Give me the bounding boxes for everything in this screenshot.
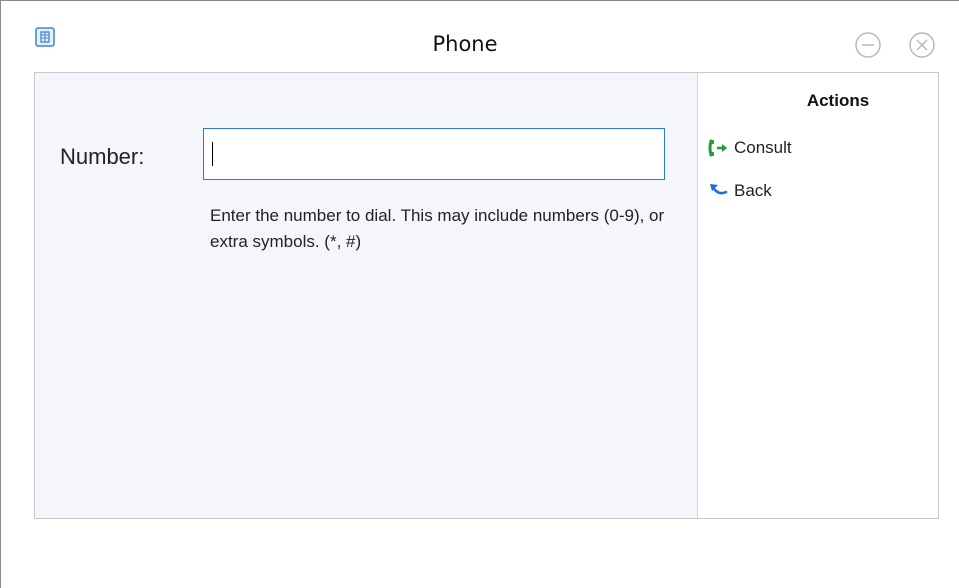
number-input[interactable] (203, 128, 665, 180)
dial-form-pane: Number: Enter the number to dial. This m… (35, 73, 698, 518)
window-title: Phone (432, 32, 498, 56)
actions-pane: Actions Consult Back (698, 73, 938, 518)
number-label: Number: (60, 144, 145, 169)
text-caret (212, 142, 213, 166)
consult-call-icon (708, 139, 730, 157)
number-help-text: Enter the number to dial. This may inclu… (210, 206, 665, 251)
title-bar: Phone (1, 1, 959, 71)
close-icon[interactable] (908, 31, 936, 59)
back-action[interactable]: Back (708, 179, 772, 203)
phone-window: Phone Number: Enter the number to dial. … (0, 0, 959, 588)
dialog-content: Number: Enter the number to dial. This m… (34, 72, 939, 519)
back-arrow-icon (708, 182, 730, 200)
minimize-icon[interactable] (854, 31, 882, 59)
back-label: Back (734, 181, 772, 200)
actions-title: Actions (806, 91, 870, 110)
consult-action[interactable]: Consult (708, 136, 792, 160)
consult-label: Consult (734, 138, 792, 157)
